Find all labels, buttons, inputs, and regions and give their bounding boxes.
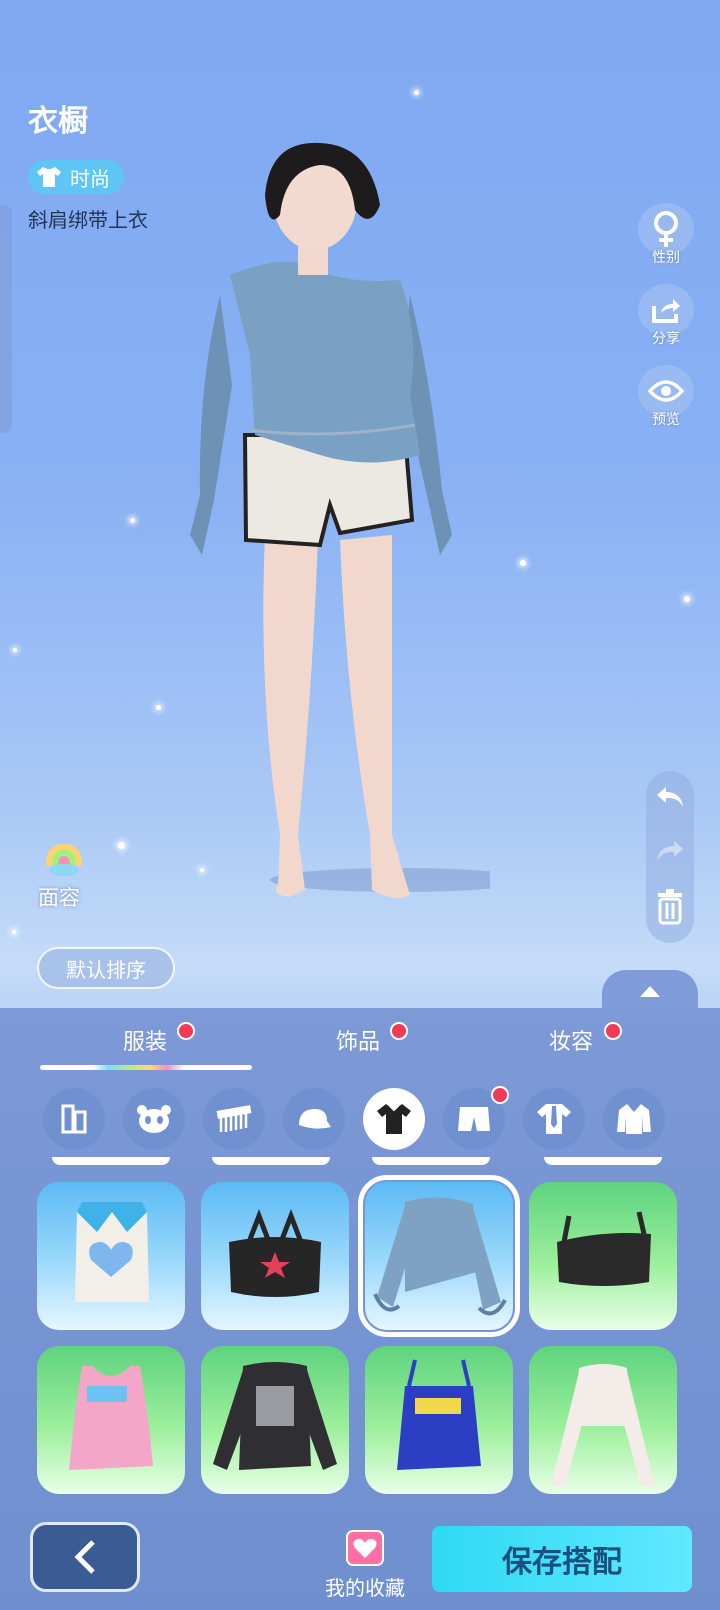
sparkle [12, 930, 16, 934]
subcategory-outerwear[interactable] [603, 1088, 665, 1150]
expand-panel-button[interactable] [602, 970, 698, 1012]
gender-button[interactable]: 性别 [638, 203, 694, 269]
subcategory-suit[interactable] [43, 1088, 105, 1150]
denim-top-icon [373, 1197, 507, 1316]
chevron-left-icon [74, 1540, 95, 1574]
tab-makeup[interactable]: 妆容 [549, 1024, 593, 1056]
bottoms-badge [491, 1086, 509, 1104]
drawer-handle[interactable] [0, 205, 12, 433]
subcategory-dress-shirt[interactable] [523, 1088, 585, 1150]
tab-makeup-badge [604, 1022, 622, 1040]
comb-icon [216, 1105, 252, 1132]
tie-shirt-icon [537, 1104, 571, 1134]
item-card-blue-graphic-cami[interactable] [365, 1346, 513, 1494]
share-icon [652, 299, 680, 323]
item-card-heart-crop-top[interactable] [37, 1182, 185, 1330]
item-card-black-print-longsleeve[interactable] [201, 1346, 349, 1494]
tab-accessories[interactable]: 饰品 [336, 1024, 380, 1056]
preview-label: 预览 [652, 412, 680, 428]
longsleeve-icon [213, 1362, 337, 1470]
undo-icon[interactable] [654, 783, 686, 811]
item-card-pink-graphic-tank[interactable] [37, 1346, 185, 1494]
style-tag: 时尚 [28, 160, 124, 194]
item-card-off-shoulder-denim-top[interactable] [358, 1175, 520, 1337]
tshirt-icon [37, 167, 61, 187]
sparkle [414, 90, 419, 95]
subcategory-pet[interactable] [123, 1088, 185, 1150]
style-tag-label: 时尚 [70, 166, 110, 191]
redo-icon[interactable] [654, 837, 686, 865]
face-label: 面容 [38, 886, 80, 910]
subcategory-hat[interactable] [283, 1088, 345, 1150]
scroll-row-edge [212, 1157, 330, 1165]
item-card-white-turtleneck-crop[interactable] [529, 1346, 677, 1494]
favorites-button[interactable]: 我的收藏 [320, 1530, 410, 1601]
share-button[interactable]: 分享 [638, 284, 694, 350]
sparkle [13, 648, 17, 652]
shirt-icon [377, 1104, 411, 1134]
sparkle [520, 560, 526, 566]
gender-icon [654, 211, 678, 247]
eye-icon [648, 380, 684, 402]
tab-clothing[interactable]: 服装 [123, 1024, 167, 1056]
sparkle [118, 842, 125, 849]
preview-button[interactable]: 预览 [638, 365, 694, 431]
bra-top-icon [557, 1211, 651, 1286]
chevron-up-icon [640, 986, 660, 997]
panda-icon [137, 1105, 171, 1133]
item-card-black-bra-top[interactable] [529, 1182, 677, 1330]
subcategory-hair[interactable] [203, 1088, 265, 1150]
shorts-icon [458, 1107, 490, 1131]
heart-crop-top-icon [75, 1202, 149, 1302]
share-label: 分享 [652, 331, 680, 347]
star-bandeau-icon [229, 1209, 321, 1297]
turtleneck-icon [551, 1364, 655, 1486]
tab-clothing-badge [177, 1022, 195, 1040]
scroll-row-edge [52, 1157, 170, 1165]
history-panel [646, 771, 694, 943]
active-tab-indicator [40, 1065, 252, 1070]
back-button[interactable] [30, 1522, 140, 1592]
sort-button[interactable]: 默认排序 [37, 947, 175, 989]
blue-cami-icon [397, 1359, 481, 1470]
face-palette-icon [46, 844, 82, 876]
tab-accessories-badge [390, 1022, 408, 1040]
favorites-label: 我的收藏 [325, 1576, 405, 1600]
cap-icon [299, 1109, 331, 1129]
scroll-row-edge [372, 1157, 490, 1165]
heart-icon [346, 1530, 384, 1566]
item-name: 斜肩绑带上衣 [28, 208, 148, 232]
sparkle [684, 596, 690, 602]
avatar-figure[interactable] [170, 135, 490, 915]
page-title: 衣橱 [28, 104, 88, 139]
jacket-icon [617, 1104, 651, 1134]
item-card-star-bandeau[interactable] [201, 1182, 349, 1330]
subcategory-tops[interactable] [363, 1088, 425, 1150]
face-button[interactable]: 面容 [38, 840, 108, 912]
gender-label: 性别 [652, 250, 680, 266]
suit-icon [61, 1104, 87, 1134]
scroll-row-edge [544, 1157, 662, 1165]
save-outfit-button[interactable]: 保存搭配 [432, 1526, 692, 1592]
trash-icon[interactable] [656, 889, 684, 925]
pink-tank-icon [69, 1366, 153, 1470]
sparkle [130, 518, 135, 523]
sparkle [156, 705, 161, 710]
